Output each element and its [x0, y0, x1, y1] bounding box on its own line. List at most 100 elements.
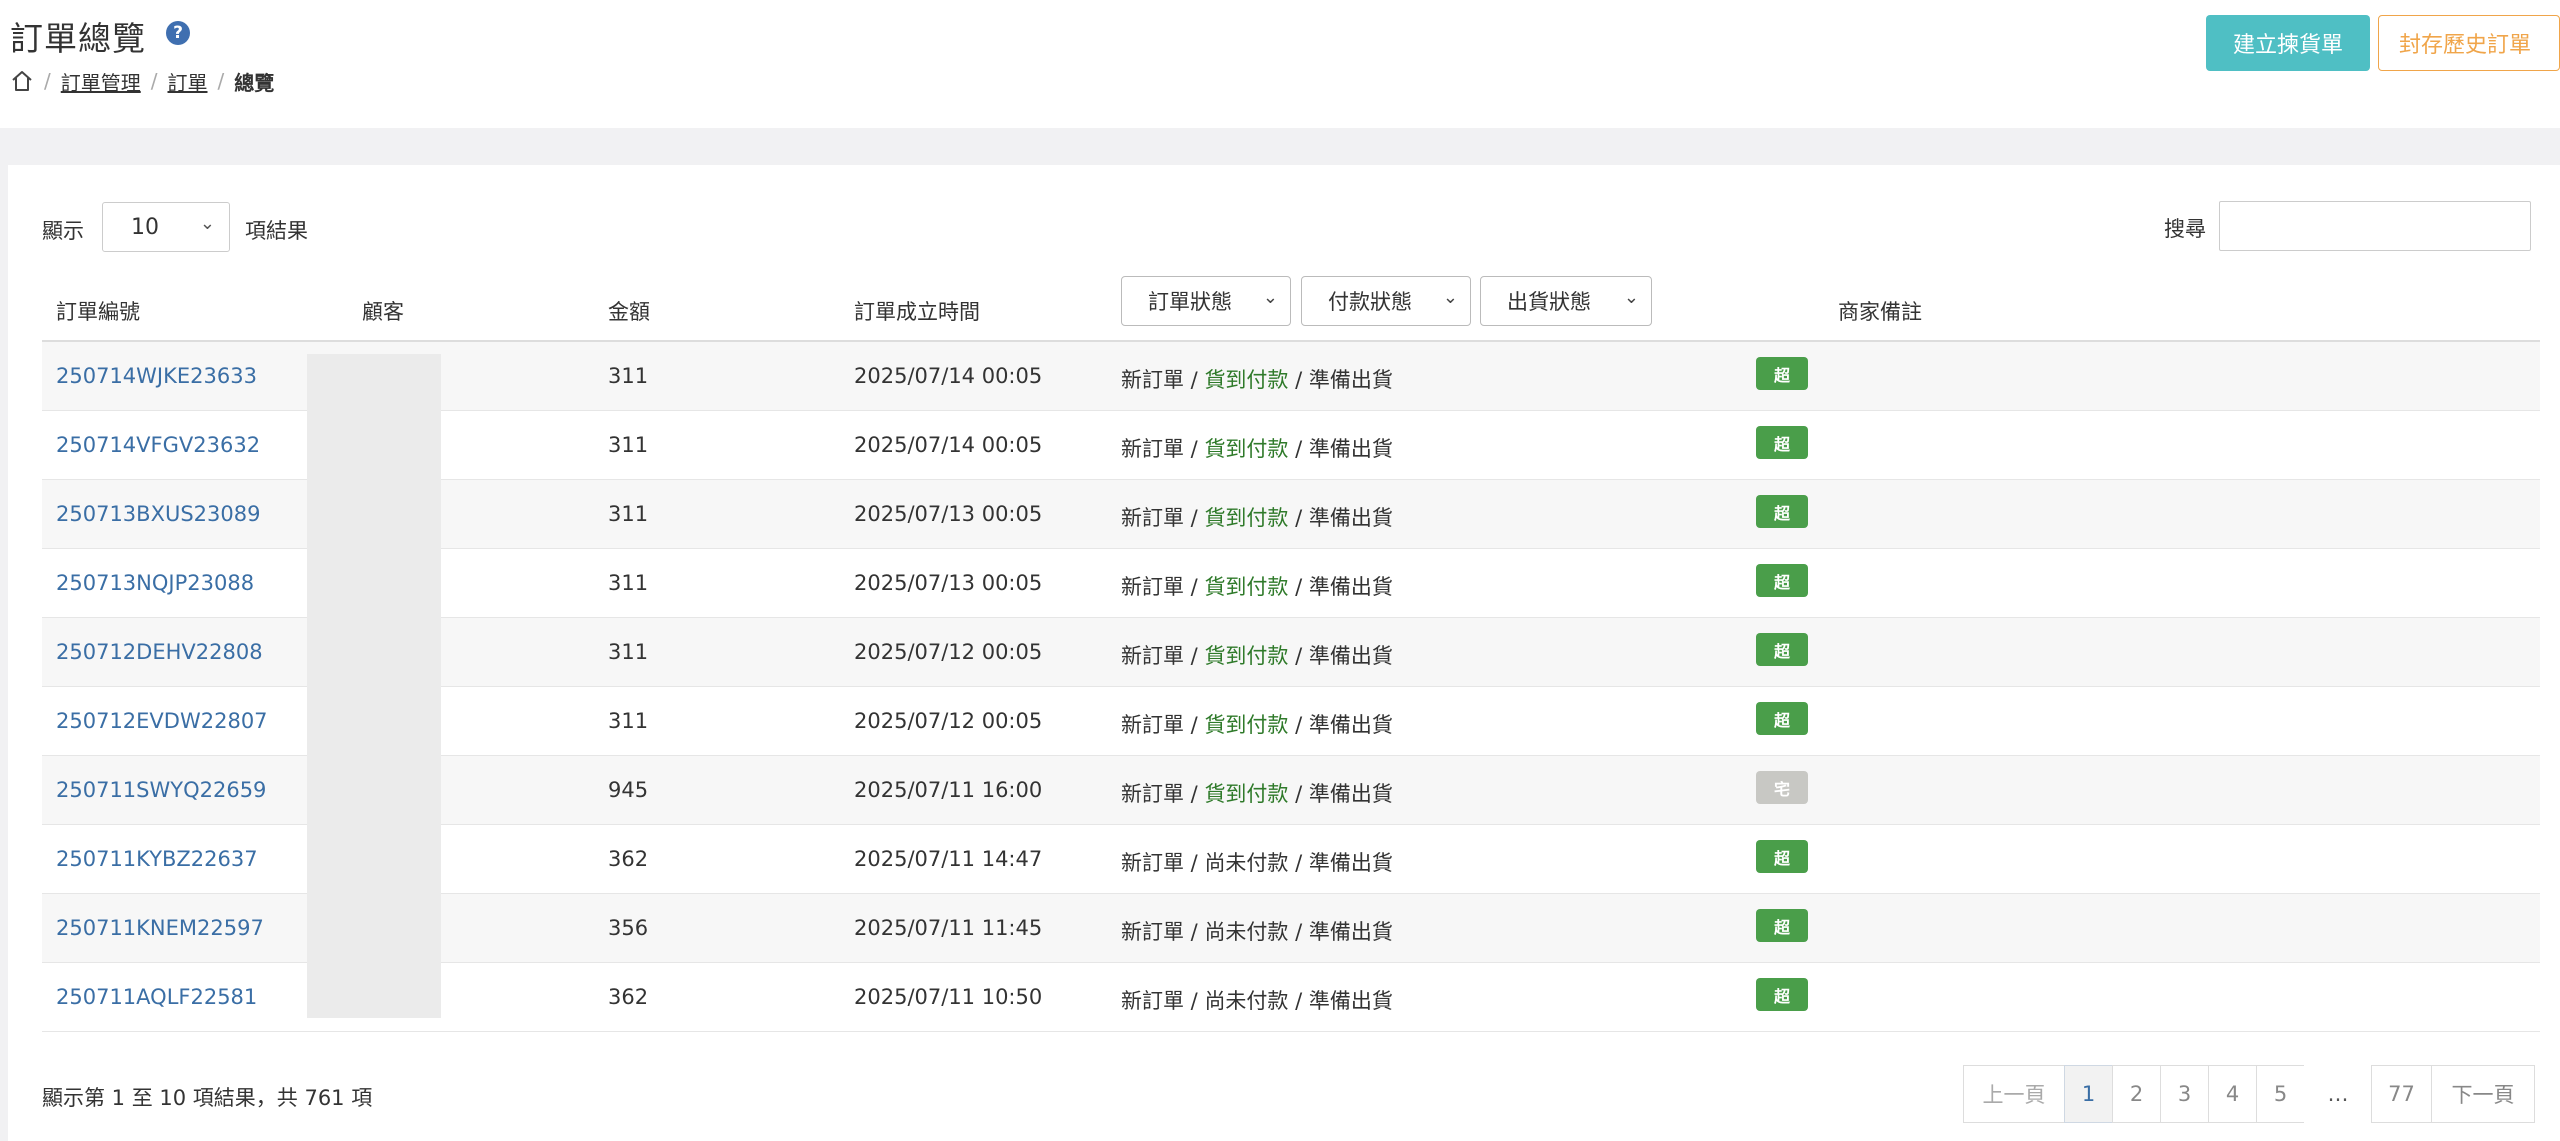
- order-status-text: 新訂單 / 貨到付款 / 準備出貨: [1121, 713, 1393, 737]
- order-created-time: 2025/07/12 00:05: [854, 709, 1043, 733]
- order-created-time: 2025/07/13 00:05: [854, 502, 1043, 526]
- payment-status-filter[interactable]: 付款狀態 ⌄: [1301, 276, 1471, 326]
- search-input[interactable]: [2219, 201, 2531, 251]
- order-status-text: 新訂單 / 貨到付款 / 準備出貨: [1121, 368, 1393, 392]
- next-page-button[interactable]: 下一頁: [2431, 1065, 2535, 1123]
- order-created-time: 2025/07/11 14:47: [854, 847, 1043, 871]
- customer-redacted-block: [307, 354, 441, 1018]
- order-amount: 311: [608, 502, 649, 526]
- breadcrumb-orders[interactable]: 訂單: [168, 67, 208, 96]
- payment-status: 尚未付款: [1204, 851, 1289, 875]
- order-created-time: 2025/07/14 00:05: [854, 433, 1043, 457]
- order-status-text: 新訂單 / 尚未付款 / 準備出貨: [1121, 920, 1393, 944]
- order-number-link[interactable]: 250714WJKE23633: [56, 364, 257, 388]
- search-label: 搜尋: [2164, 217, 2206, 241]
- order-created-time: 2025/07/12 00:05: [854, 640, 1043, 664]
- order-amount: 311: [608, 433, 649, 457]
- order-number-link[interactable]: 250712DEHV22808: [56, 640, 263, 664]
- order-amount: 356: [608, 916, 649, 940]
- order-number-link[interactable]: 250713BXUS23089: [56, 502, 260, 526]
- delivery-type-badge: 超: [1756, 357, 1808, 390]
- chevron-down-icon: ⌄: [1442, 287, 1458, 308]
- shipping-status: 準備出貨: [1308, 368, 1393, 392]
- order-number-link[interactable]: 250711SWYQ22659: [56, 778, 266, 802]
- payment-status: 貨到付款: [1204, 437, 1289, 461]
- order-amount: 311: [608, 364, 649, 388]
- payment-status: 貨到付款: [1204, 782, 1289, 806]
- order-created-time: 2025/07/14 00:05: [854, 364, 1043, 388]
- page-1-button[interactable]: 1: [2064, 1065, 2113, 1123]
- col-customer[interactable]: 顧客: [362, 296, 404, 326]
- delivery-type-badge: 超: [1756, 426, 1808, 459]
- order-status-text: 新訂單 / 貨到付款 / 準備出貨: [1121, 644, 1393, 668]
- order-status: 新訂單: [1121, 506, 1184, 530]
- col-order-no[interactable]: 訂單編號: [56, 296, 140, 326]
- shipping-status: 準備出貨: [1308, 644, 1393, 668]
- order-created-time: 2025/07/11 16:00: [854, 778, 1043, 802]
- order-amount: 311: [608, 709, 649, 733]
- delivery-type-badge: 宅: [1756, 771, 1808, 804]
- breadcrumb-order-management[interactable]: 訂單管理: [61, 67, 141, 96]
- payment-status: 貨到付款: [1204, 368, 1289, 392]
- home-icon[interactable]: [10, 69, 34, 93]
- order-status-filter-label: 訂單狀態: [1148, 290, 1232, 314]
- page-4-button[interactable]: 4: [2208, 1065, 2257, 1123]
- order-status: 新訂單: [1121, 989, 1184, 1013]
- delivery-type-badge: 超: [1756, 702, 1808, 735]
- order-status-text: 新訂單 / 貨到付款 / 準備出貨: [1121, 506, 1393, 530]
- shipping-status: 準備出貨: [1308, 920, 1393, 944]
- order-number-link[interactable]: 250711KNEM22597: [56, 916, 264, 940]
- order-status-text: 新訂單 / 尚未付款 / 準備出貨: [1121, 851, 1393, 875]
- shipping-status: 準備出貨: [1308, 713, 1393, 737]
- delivery-type-badge: 超: [1756, 633, 1808, 666]
- order-status: 新訂單: [1121, 575, 1184, 599]
- chevron-down-icon: ⌄: [1262, 287, 1278, 308]
- col-created[interactable]: 訂單成立時間: [854, 296, 980, 326]
- breadcrumb-separator: /: [217, 69, 225, 93]
- order-number-link[interactable]: 250714VFGV23632: [56, 433, 260, 457]
- payment-status: 尚未付款: [1204, 920, 1289, 944]
- order-status: 新訂單: [1121, 851, 1184, 875]
- create-picklist-button[interactable]: 建立揀貨單: [2206, 15, 2370, 71]
- page-3-button[interactable]: 3: [2160, 1065, 2209, 1123]
- page-2-button[interactable]: 2: [2112, 1065, 2161, 1123]
- order-amount: 945: [608, 778, 649, 802]
- order-number-link[interactable]: 250713NQJP23088: [56, 571, 254, 595]
- order-status: 新訂單: [1121, 920, 1184, 944]
- help-icon[interactable]: ?: [166, 21, 190, 45]
- order-number-link[interactable]: 250712EVDW22807: [56, 709, 268, 733]
- page-length-value: 10: [131, 214, 159, 240]
- page-header: 訂單 總覽 ? / 訂單管理 / 訂單 / 總覽 建立揀貨單 封存歷史訂單: [0, 0, 2560, 128]
- breadcrumb-overview: 總覽: [234, 70, 275, 95]
- payment-status-filter-label: 付款狀態: [1328, 290, 1412, 314]
- payment-status: 尚未付款: [1204, 989, 1289, 1013]
- order-status-text: 新訂單 / 尚未付款 / 準備出貨: [1121, 989, 1393, 1013]
- result-label: 項結果: [245, 219, 308, 243]
- order-status: 新訂單: [1121, 368, 1184, 392]
- payment-status: 貨到付款: [1204, 713, 1289, 737]
- payment-status: 貨到付款: [1204, 506, 1289, 530]
- breadcrumb: / 訂單管理 / 訂單 / 總覽: [10, 66, 274, 96]
- order-created-time: 2025/07/11 10:50: [854, 985, 1043, 1009]
- pagination: 上一頁 1 2 3 4 5 … 77 下一頁: [1963, 1065, 2535, 1123]
- shipping-status-filter[interactable]: 出貨狀態 ⌄: [1480, 276, 1652, 326]
- order-amount: 362: [608, 847, 649, 871]
- show-label: 顯示: [42, 219, 84, 243]
- archive-orders-button[interactable]: 封存歷史訂單: [2378, 15, 2560, 71]
- shipping-status: 準備出貨: [1308, 989, 1393, 1013]
- order-status-filter[interactable]: 訂單狀態 ⌄: [1121, 276, 1291, 326]
- payment-status: 貨到付款: [1204, 575, 1289, 599]
- col-amount[interactable]: 金額: [608, 296, 650, 326]
- order-amount: 311: [608, 640, 649, 664]
- order-number-link[interactable]: 250711KYBZ22637: [56, 847, 258, 871]
- chevron-down-icon: ⌄: [199, 213, 215, 234]
- delivery-type-badge: 超: [1756, 495, 1808, 528]
- order-number-link[interactable]: 250711AQLF22581: [56, 985, 257, 1009]
- delivery-type-badge: 超: [1756, 564, 1808, 597]
- page-length-select[interactable]: 10 ⌄: [102, 202, 230, 252]
- prev-page-button[interactable]: 上一頁: [1963, 1065, 2065, 1123]
- shipping-status: 準備出貨: [1308, 575, 1393, 599]
- shipping-status-filter-label: 出貨狀態: [1507, 290, 1591, 314]
- page-5-button[interactable]: 5: [2256, 1065, 2305, 1123]
- page-77-button[interactable]: 77: [2371, 1065, 2432, 1123]
